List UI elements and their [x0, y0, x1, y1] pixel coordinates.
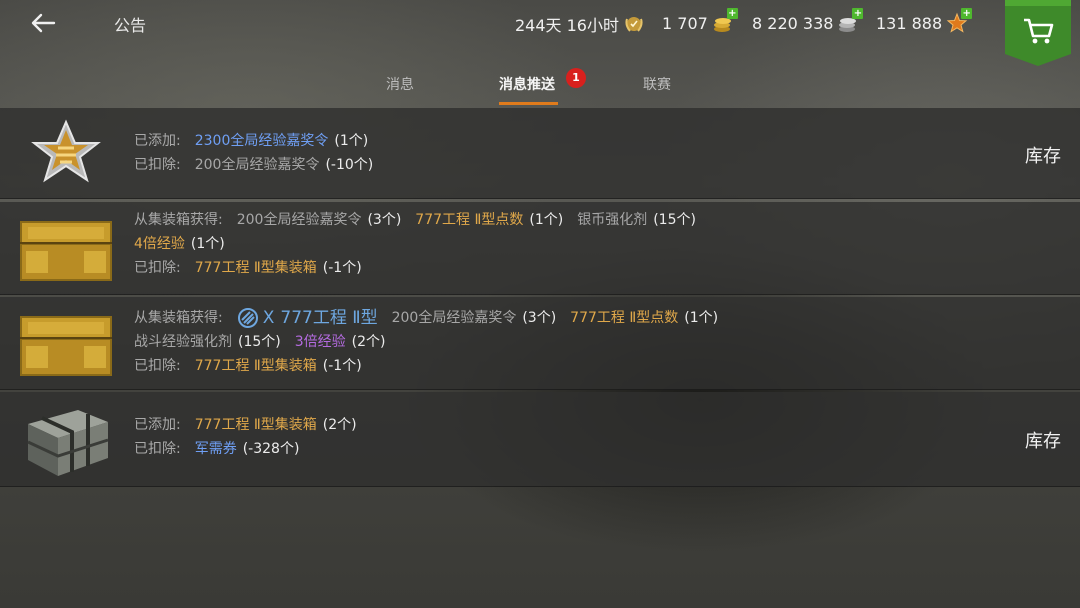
credits-balance[interactable]: 8 220 338 + [752, 8, 864, 34]
top-bar: 公告 244天 16小时 1 707 + 8 220 338 + 131 888… [0, 0, 1080, 66]
gold-container-icon [18, 310, 114, 380]
silver-coins-icon: + [837, 8, 864, 34]
tab-messages[interactable]: 消息 [386, 74, 414, 94]
item-name: 777工程 Ⅱ型点数 [570, 310, 679, 326]
add-free-xp-button[interactable]: + [961, 8, 973, 19]
notification-line: 已扣除: 200全局经验嘉奖令 (-10个) [134, 153, 373, 177]
item-name: 200全局经验嘉奖令 [391, 310, 517, 326]
notification-line: 已扣除: 军需券 (-328个) [134, 437, 357, 461]
premium-time-value: 244天 16小时 [515, 16, 619, 35]
item-name: 3倍经验 [294, 334, 346, 350]
item-name: 2300全局经验嘉奖令 [194, 133, 329, 149]
notification-line: 从集装箱获得: 200全局经验嘉奖令 (3个) 777工程 Ⅱ型点数 (1个) 银币强化剂… [134, 208, 696, 232]
item-count: (1个) [190, 236, 225, 252]
credits-value: 8 220 338 [752, 13, 834, 33]
notification-line: 已添加: 2300全局经验嘉奖令 (1个) [134, 129, 373, 153]
item-name: 777工程 Ⅱ型集装箱 [194, 417, 317, 433]
item-name: 200全局经验嘉奖令 [194, 157, 320, 173]
tab-bar: 消息 消息推送 1 联赛 [0, 64, 1080, 108]
tank-name: Ⅹ 777工程 Ⅱ型 [237, 306, 378, 330]
notification-text: 从集装箱获得: 200全局经验嘉奖令 (3个) 777工程 Ⅱ型点数 (1个) 银币强化剂… [134, 208, 696, 280]
item-count: (-1个) [322, 358, 362, 374]
free-xp-balance[interactable]: 131 888 + [876, 8, 973, 34]
item-count: (-10个) [325, 157, 374, 173]
gold-container-icon [18, 215, 114, 285]
item-count: (1个) [529, 212, 564, 228]
notification-text: 从集装箱获得: Ⅹ 777工程 Ⅱ型 200全局经验嘉奖令 (3个) 777工程 Ⅱ型点数… [134, 306, 718, 378]
item-count: (1个) [684, 310, 719, 326]
item-name: 777工程 Ⅱ型集装箱 [194, 358, 317, 374]
line-label: 已扣除: [134, 441, 181, 457]
notification-card: 从集装箱获得: Ⅹ 777工程 Ⅱ型 200全局经验嘉奖令 (3个) 777工程 Ⅱ型点数… [0, 297, 1080, 390]
add-credits-button[interactable]: + [852, 8, 864, 19]
item-name: 军需券 [194, 441, 237, 457]
inventory-button[interactable]: 库存 [1025, 142, 1061, 168]
item-count: (2个) [322, 417, 357, 433]
page-title: 公告 [114, 16, 147, 35]
push-messages-badge: 1 [566, 68, 586, 88]
item-count: (15个) [653, 212, 696, 228]
tank-tier: Ⅹ [262, 308, 275, 328]
notification-line: 已扣除: 777工程 Ⅱ型集装箱 (-1个) [134, 256, 696, 280]
item-name: 777工程 Ⅱ型点数 [415, 212, 524, 228]
premium-laurel-icon [623, 13, 645, 35]
notification-line: 已添加: 777工程 Ⅱ型集装箱 (2个) [134, 413, 357, 437]
add-gold-button[interactable]: + [726, 8, 738, 19]
back-button[interactable] [26, 8, 60, 38]
free-xp-value: 131 888 [876, 13, 943, 33]
tab-push-messages[interactable]: 消息推送 [499, 74, 555, 94]
notification-line: 4倍经验 (1个) [134, 232, 696, 256]
item-count: (3个) [522, 310, 557, 326]
free-xp-star-icon: + [946, 8, 973, 34]
item-name: 银币强化剂 [577, 212, 648, 228]
notification-card: 从集装箱获得: 200全局经验嘉奖令 (3个) 777工程 Ⅱ型点数 (1个) 银币强化剂… [0, 202, 1080, 295]
notification-line: 从集装箱获得: Ⅹ 777工程 Ⅱ型 200全局经验嘉奖令 (3个) 777工程 Ⅱ型点数… [134, 306, 718, 330]
notification-line: 已扣除: 777工程 Ⅱ型集装箱 (-1个) [134, 354, 718, 378]
xp-booster-star-icon [18, 118, 114, 188]
item-count: (-328个) [242, 441, 300, 457]
shopping-cart-icon [1005, 0, 1071, 66]
back-arrow-icon [31, 13, 56, 33]
item-count: (-1个) [322, 260, 362, 276]
item-count: (3个) [367, 212, 402, 228]
gold-value: 1 707 [662, 13, 708, 33]
line-label: 从集装箱获得: [134, 310, 223, 326]
inventory-button[interactable]: 库存 [1025, 427, 1061, 453]
tank-name-text: 777工程 Ⅱ型 [280, 308, 378, 328]
active-tab-underline [499, 102, 558, 105]
item-count: (1个) [334, 133, 369, 149]
premium-account-time[interactable]: 244天 16小时 [515, 12, 645, 36]
line-label: 已扣除: [134, 260, 181, 276]
gold-coins-icon: + [712, 8, 738, 34]
notification-text: 已添加: 777工程 Ⅱ型集装箱 (2个) 已扣除: 军需券 (-328个) [134, 413, 357, 461]
line-label: 从集装箱获得: [134, 212, 223, 228]
item-name: 战斗经验强化剂 [134, 334, 232, 350]
notification-card: 已添加: 2300全局经验嘉奖令 (1个) 已扣除: 200全局经验嘉奖令 (-10个) … [0, 108, 1080, 199]
notification-card: 已添加: 777工程 Ⅱ型集装箱 (2个) 已扣除: 军需券 (-328个) 库存 [0, 392, 1080, 487]
line-label: 已添加: [134, 417, 181, 433]
tank-nation-icon [237, 308, 258, 328]
gold-balance[interactable]: 1 707 + [662, 8, 738, 34]
notification-text: 已添加: 2300全局经验嘉奖令 (1个) 已扣除: 200全局经验嘉奖令 (-10个) [134, 129, 373, 177]
item-count: (2个) [351, 334, 386, 350]
item-count: (15个) [238, 334, 281, 350]
line-label: 已扣除: [134, 358, 181, 374]
item-name: 4倍经验 [134, 236, 185, 252]
notification-line: 战斗经验强化剂 (15个) 3倍经验 (2个) [134, 330, 718, 354]
line-label: 已添加: [134, 133, 181, 149]
line-label: 已扣除: [134, 157, 181, 173]
shop-button[interactable] [1005, 0, 1071, 66]
item-name: 200全局经验嘉奖令 [236, 212, 362, 228]
steel-container-icon [18, 402, 114, 476]
tab-league[interactable]: 联赛 [643, 74, 671, 94]
item-name: 777工程 Ⅱ型集装箱 [194, 260, 317, 276]
